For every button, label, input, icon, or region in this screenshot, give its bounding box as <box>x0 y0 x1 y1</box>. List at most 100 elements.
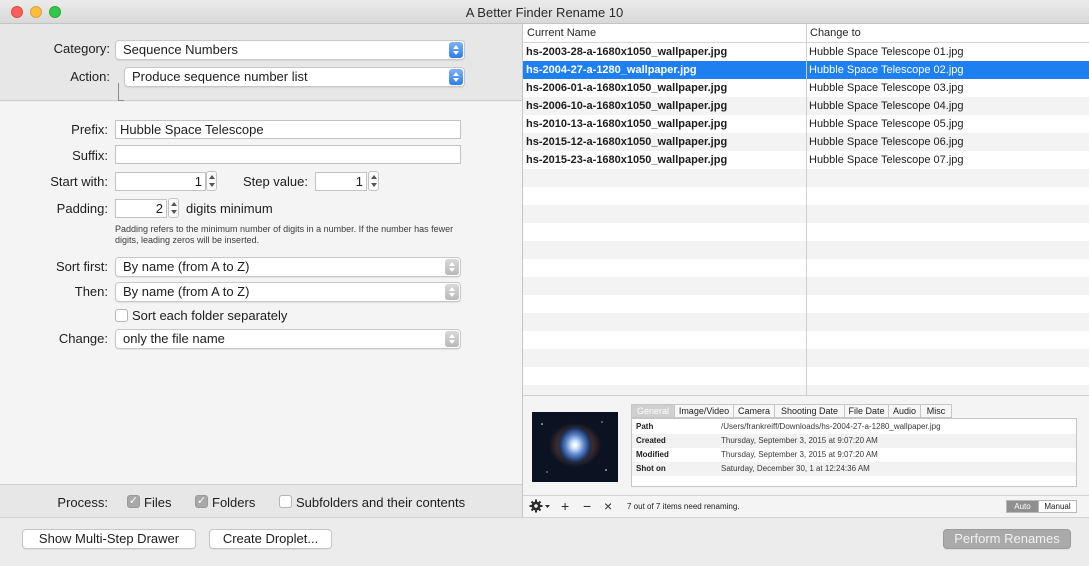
folders-checkbox[interactable]: ✓ <box>195 495 208 508</box>
files-label: Files <box>144 495 172 510</box>
minus-icon[interactable]: − <box>583 498 591 514</box>
metadata-row: Path/Users/frankreiff/Downloads/hs-2004-… <box>632 420 1076 434</box>
padding-field[interactable]: 2 <box>115 199 167 218</box>
settings-pane: Category: Sequence Numbers Action: Produ… <box>0 24 522 517</box>
column-current-name[interactable]: Current Name <box>527 27 596 39</box>
image-thumbnail <box>532 412 618 482</box>
category-popup[interactable]: Sequence Numbers <box>115 40 465 60</box>
title-bar[interactable]: A Better Finder Rename 10 <box>0 0 1089 24</box>
tab-audio[interactable]: Audio <box>888 404 921 418</box>
files-checkbox[interactable]: ✓ <box>127 495 140 508</box>
change-label: Change: <box>58 331 108 346</box>
column-divider[interactable] <box>806 24 807 395</box>
then-value: By name (from A to Z) <box>123 284 250 299</box>
sort-first-label: Sort first: <box>55 259 108 274</box>
process-section: Process: ✓ Files ✓ Folders Subfolders an… <box>0 485 522 517</box>
popup-arrows-icon <box>445 259 459 275</box>
current-name-cell: hs-2006-10-a-1680x1050_wallpaper.jpg <box>526 100 728 112</box>
action-popup[interactable]: Produce sequence number list <box>124 67 465 87</box>
status-text: 7 out of 7 items need renaming. <box>627 502 740 511</box>
column-change-to[interactable]: Change to <box>810 27 861 39</box>
then-label: Then: <box>74 284 108 299</box>
metadata-value: Saturday, December 30, 1 at 12:24:36 AM <box>721 464 870 473</box>
action-value: Produce sequence number list <box>132 69 308 84</box>
folders-label: Folders <box>212 495 256 510</box>
create-droplet-button[interactable]: Create Droplet... <box>209 529 332 549</box>
process-label: Process: <box>57 495 108 510</box>
change-to-cell: Hubble Space Telescope 05.jpg <box>809 118 964 130</box>
bottom-bar: Show Multi-Step Drawer Create Droplet...… <box>0 517 1089 566</box>
metadata-row: Created Thursday, September 3, 2015 at 9:… <box>632 434 1076 448</box>
step-field[interactable]: 1 <box>315 172 367 191</box>
gear-icon[interactable] <box>529 498 551 517</box>
metadata-key: Shot on <box>636 464 666 473</box>
change-to-cell: Hubble Space Telescope 01.jpg <box>809 46 964 58</box>
current-name-cell: hs-2003-28-a-1680x1050_wallpaper.jpg <box>526 46 728 58</box>
popup-arrows-icon <box>449 69 463 85</box>
category-label: Category: <box>53 41 110 56</box>
sort-first-value: By name (from A to Z) <box>123 259 250 274</box>
category-value: Sequence Numbers <box>123 42 238 57</box>
metadata-key: Created <box>636 436 666 445</box>
current-name-cell: hs-2004-27-a-1280_wallpaper.jpg <box>526 64 697 76</box>
action-label: Action: <box>70 69 110 84</box>
file-list-pane: Current Name Change to hs-2003-28-a-1680… <box>522 24 1089 517</box>
metadata-key: Path <box>636 422 654 431</box>
sequence-options: Prefix: Hubble Space Telescope Suffix: S… <box>0 102 522 485</box>
current-name-cell: hs-2010-13-a-1680x1050_wallpaper.jpg <box>526 118 728 130</box>
sort-first-popup[interactable]: By name (from A to Z) <box>115 257 461 277</box>
metadata-row: Shot on Saturday, December 30, 1 at 12:24… <box>632 462 1076 476</box>
padding-hint-line2: digits, leading zeros will be inserted. <box>115 235 260 245</box>
prefix-field[interactable]: Hubble Space Telescope <box>115 120 461 139</box>
current-name-cell: hs-2015-23-a-1680x1050_wallpaper.jpg <box>526 154 728 166</box>
tab-misc[interactable]: Misc <box>920 404 952 418</box>
change-to-cell: Hubble Space Telescope 02.jpg <box>809 64 964 76</box>
padding-label: Padding: <box>56 201 108 216</box>
start-label: Start with: <box>50 174 108 189</box>
metadata-value: Thursday, September 3, 2015 at 9:07:20 A… <box>721 436 878 445</box>
tab-shooting-date[interactable]: Shooting Date <box>774 404 845 418</box>
change-popup[interactable]: only the file name <box>115 329 461 349</box>
metadata-key: Modified <box>636 450 669 459</box>
metadata-table: Path/Users/frankreiff/Downloads/hs-2004-… <box>631 418 1077 487</box>
tab-image-video[interactable]: Image/Video <box>674 404 734 418</box>
change-to-cell: Hubble Space Telescope 06.jpg <box>809 136 964 148</box>
padding-stepper[interactable] <box>168 198 179 218</box>
category-section: Category: Sequence Numbers Action: Produ… <box>0 24 522 101</box>
padding-suffix: digits minimum <box>186 201 273 216</box>
bracket-connector <box>118 83 124 101</box>
plus-icon[interactable]: + <box>561 498 569 514</box>
clear-icon[interactable]: × <box>604 498 612 514</box>
tab-general[interactable]: General <box>631 404 675 418</box>
preview-panel: General Image/Video Camera Shooting Date Fil… <box>523 395 1089 495</box>
change-to-cell: Hubble Space Telescope 03.jpg <box>809 82 964 94</box>
sort-each-folder-label: Sort each folder separately <box>132 308 288 323</box>
window-title: A Better Finder Rename 10 <box>465 5 624 20</box>
change-to-cell: Hubble Space Telescope 04.jpg <box>809 100 964 112</box>
tab-camera[interactable]: Camera <box>733 404 775 418</box>
metadata-value: Thursday, September 3, 2015 at 9:07:20 A… <box>721 450 878 459</box>
show-multistep-drawer-button[interactable]: Show Multi-Step Drawer <box>22 529 196 549</box>
auto-mode-button[interactable]: Auto <box>1006 500 1039 513</box>
suffix-label: Suffix: <box>72 148 108 163</box>
sort-each-folder-checkbox[interactable] <box>115 309 128 322</box>
start-stepper[interactable] <box>206 171 217 191</box>
start-field[interactable]: 1 <box>115 172 206 191</box>
step-stepper[interactable] <box>368 171 379 191</box>
popup-arrows-icon <box>445 331 459 347</box>
subfolders-checkbox[interactable] <box>279 495 292 508</box>
change-to-cell: Hubble Space Telescope 07.jpg <box>809 154 964 166</box>
nebula-image <box>532 412 618 482</box>
perform-renames-button[interactable]: Perform Renames <box>943 529 1071 549</box>
suffix-field[interactable] <box>115 145 461 164</box>
then-popup[interactable]: By name (from A to Z) <box>115 282 461 302</box>
current-name-cell: hs-2006-01-a-1680x1050_wallpaper.jpg <box>526 82 728 94</box>
step-label: Step value: <box>242 174 308 189</box>
metadata-value: /Users/frankreiff/Downloads/hs-2004-27-a… <box>721 422 941 431</box>
tab-file-date[interactable]: File Date <box>844 404 889 418</box>
list-toolbar: + − × 7 out of 7 items need renaming. Au… <box>523 495 1089 517</box>
manual-mode-button[interactable]: Manual <box>1038 500 1077 513</box>
subfolders-label: Subfolders and their contents <box>296 495 466 510</box>
prefix-label: Prefix: <box>71 122 108 137</box>
change-value: only the file name <box>123 331 225 346</box>
